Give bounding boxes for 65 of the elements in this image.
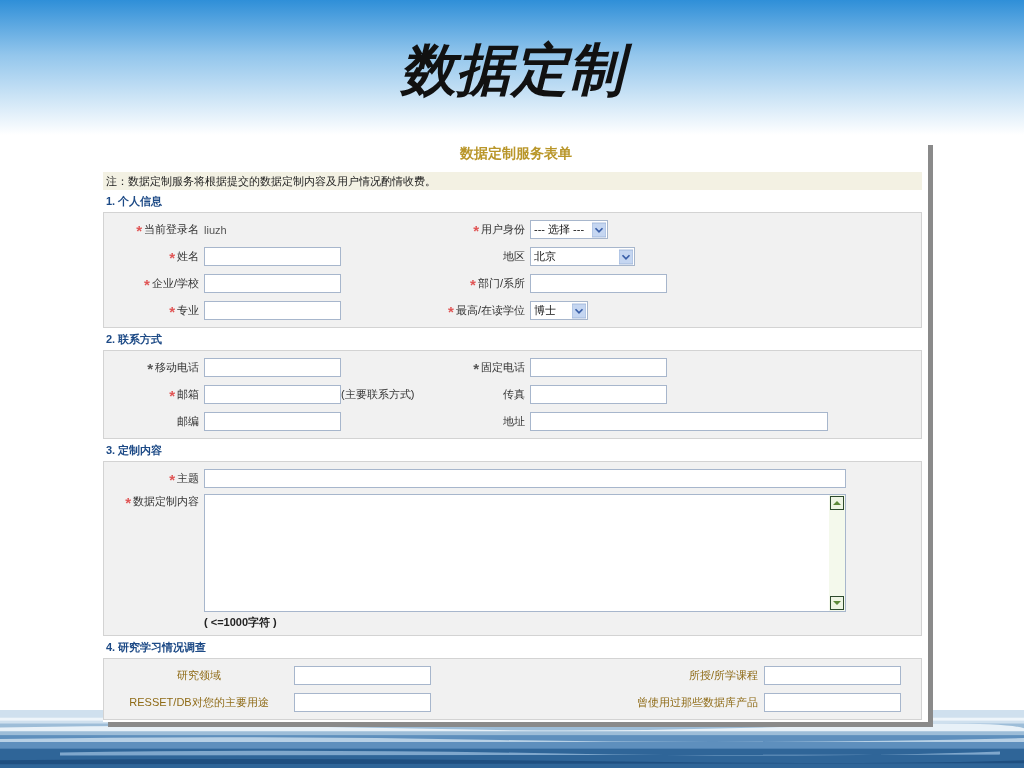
scroll-up-icon[interactable] [830, 496, 844, 510]
input-field[interactable] [204, 301, 341, 320]
required-mark: * [169, 249, 175, 264]
form-title: 数据定制服务表单 [458, 144, 573, 163]
required-mark: * [169, 303, 175, 318]
scroll-down-icon[interactable] [830, 596, 844, 610]
field-label: 部门/系所 [477, 276, 525, 291]
input-field[interactable] [204, 385, 341, 404]
character-limit-note: ( <=1000字符 ) [204, 615, 278, 630]
field-label: 最高/在读学位 [455, 303, 525, 318]
input-field[interactable] [530, 274, 667, 293]
required-mark: * [473, 222, 479, 237]
field-label: 主题 [177, 471, 199, 486]
field-label: 邮箱 [177, 387, 199, 402]
input-field[interactable] [204, 358, 341, 377]
section-heading: 2. 联系方式 [105, 332, 164, 347]
input-field[interactable] [530, 358, 667, 377]
input-field[interactable] [764, 693, 901, 712]
section-heading: 3. 定制内容 [105, 443, 164, 458]
required-mark: * [169, 387, 175, 402]
input-field[interactable] [204, 274, 341, 293]
dropdown[interactable]: 博士 [530, 301, 588, 320]
field-label: 企业/学校 [151, 276, 199, 291]
required-mark: * [169, 471, 175, 486]
required-mark: * [448, 303, 454, 318]
fee-note: 注：数据定制服务将根据提交的数据定制内容及用户情况酌情收费。 [103, 172, 922, 190]
required-mark: * [147, 360, 153, 375]
required-mark: * [473, 360, 479, 375]
field-label: 用户身份 [481, 222, 525, 237]
input-field[interactable] [294, 693, 431, 712]
field-label: 移动电话 [155, 360, 199, 375]
field-label: 地区 [503, 249, 525, 264]
input-field[interactable] [204, 412, 341, 431]
input-field[interactable] [530, 385, 667, 404]
section-heading: 4. 研究学习情况调查 [105, 640, 208, 655]
field-label: 固定电话 [481, 360, 525, 375]
caret-icon [592, 221, 606, 238]
slide-title: 数据定制 [386, 34, 638, 107]
field-label: 姓名 [177, 249, 199, 264]
field-label: RESSET/DB对您的主要用途 [129, 695, 269, 710]
section-heading: 1. 个人信息 [105, 194, 164, 209]
input-field[interactable] [530, 412, 828, 431]
required-mark: * [136, 222, 142, 237]
dropdown[interactable]: 北京 [530, 247, 635, 266]
input-field[interactable] [204, 469, 846, 488]
required-mark: * [144, 276, 150, 291]
input-field[interactable] [764, 666, 901, 685]
field-label: 数据定制内容 [133, 494, 199, 509]
field-label: 曾使用过那些数据库产品 [637, 695, 758, 710]
field-note: (主要联系方式) [341, 387, 415, 402]
field-label: 当前登录名 [144, 222, 199, 237]
field-label: 邮编 [177, 414, 199, 429]
input-field[interactable] [204, 247, 341, 266]
input-field[interactable] [294, 666, 431, 685]
field-label: 传真 [503, 387, 525, 402]
field-label: 专业 [177, 303, 199, 318]
username-text: liuzh [204, 223, 227, 236]
required-mark: * [470, 276, 476, 291]
required-mark: * [125, 494, 131, 509]
dropdown[interactable]: --- 选择 --- [530, 220, 608, 239]
caret-icon [572, 302, 586, 319]
field-label: 研究领域 [177, 668, 221, 683]
caret-icon [619, 248, 633, 265]
field-label: 地址 [503, 414, 525, 429]
field-label: 所授/所学课程 [688, 668, 758, 683]
